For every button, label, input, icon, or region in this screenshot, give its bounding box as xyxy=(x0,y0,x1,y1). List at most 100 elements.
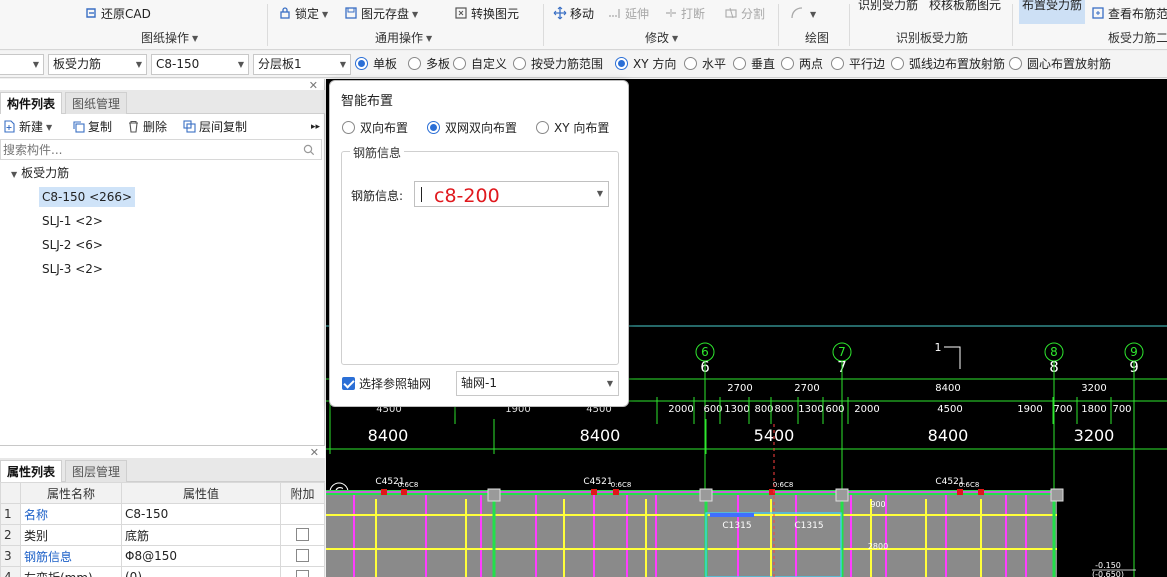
tree-root-label: 板受力筋 xyxy=(21,166,70,180)
property-extra xyxy=(280,503,325,525)
component-spec-combo[interactable]: C8-150 ▼ xyxy=(151,54,249,75)
tree-item[interactable]: SLJ-3 <2> xyxy=(42,259,103,279)
arc-draw-button[interactable]: ▼ xyxy=(790,4,816,24)
chevron-down-icon: ▼ xyxy=(426,34,433,43)
group-label-draw: 绘图 xyxy=(805,31,830,45)
component-type-combo[interactable]: 板受力筋 ▼ xyxy=(48,54,147,75)
placement-radio-label: 弧线边布置放射筋 xyxy=(909,57,1006,71)
placement-radio-label: 水平 xyxy=(702,57,727,71)
group-label-common-ops[interactable]: 通用操作 ▼ xyxy=(375,30,432,46)
category-combo[interactable]: ▼ xyxy=(0,54,44,75)
property-value[interactable]: (0) xyxy=(121,566,281,577)
tree-item[interactable]: SLJ-1 <2> xyxy=(42,211,103,231)
chevron-down-icon[interactable]: ▼ xyxy=(597,189,603,198)
column-label: C1315 xyxy=(722,521,751,531)
property-extra xyxy=(280,566,325,577)
select-reference-grid-checkbox[interactable]: 选择参照轴网 xyxy=(342,376,431,392)
property-value[interactable]: 底筋 xyxy=(121,524,281,546)
placement-radio-0[interactable]: 单板 xyxy=(355,55,397,74)
chevron-down-icon: ▼ xyxy=(339,60,346,69)
tab-property-list[interactable]: 属性列表 xyxy=(0,460,63,482)
check-rebar-drawing-button[interactable]: 校核板筋图元 xyxy=(929,0,1001,15)
extend-button[interactable]: 延伸 xyxy=(608,4,649,24)
placement-radio-1[interactable]: 多板 xyxy=(408,55,450,74)
lock-button[interactable]: 锁定 ▼ xyxy=(278,4,328,24)
view-layout-label: 查看布筋范 xyxy=(1108,7,1167,21)
group-divider xyxy=(849,4,850,46)
radio-double-net[interactable]: 双网双向布置 xyxy=(427,119,517,137)
fine-dimension: 700 xyxy=(1112,404,1131,415)
property-value[interactable]: C8-150 xyxy=(121,503,281,525)
convert-element-button[interactable]: 转换图元 xyxy=(454,4,519,24)
radio-xy[interactable]: XY 向布置 xyxy=(536,119,609,137)
group-label-modify[interactable]: 修改 ▼ xyxy=(645,30,678,46)
red-marker xyxy=(401,489,407,495)
view-layout-button[interactable]: 查看布筋范 xyxy=(1091,4,1167,24)
radio-xy-label: XY 向布置 xyxy=(554,121,610,135)
tree-item[interactable]: C8-150 <266> xyxy=(39,187,136,207)
layer-combo[interactable]: 分层板1 ▼ xyxy=(253,54,351,75)
radio-bidirectional[interactable]: 双向布置 xyxy=(342,119,408,137)
placement-radio-2[interactable]: 自定义 xyxy=(453,55,507,74)
tab-drawing-management[interactable]: 图纸管理 xyxy=(65,92,128,114)
extend-icon xyxy=(609,9,620,18)
copy-component-button[interactable]: 复制 xyxy=(72,118,112,136)
break-button[interactable]: 打断 xyxy=(664,4,705,24)
grid-select[interactable]: 轴网-1 ▼ xyxy=(456,371,619,396)
property-extra-checkbox[interactable] xyxy=(296,570,309,577)
rebar-info-input[interactable]: c8-200 ▼ xyxy=(414,181,609,207)
placement-radio-8[interactable]: 平行边 xyxy=(831,55,885,74)
placement-radio-label: XY 方向 xyxy=(633,57,677,71)
radio-circle xyxy=(408,57,421,70)
place-rebar-button[interactable]: 布置受力筋 xyxy=(1019,0,1085,24)
small-mark: 900 xyxy=(870,500,885,509)
property-extra-checkbox[interactable] xyxy=(296,549,309,562)
bay-dimension: 3200 xyxy=(1074,426,1115,445)
component-panel-tabs: 构件列表 图纸管理 xyxy=(0,90,325,114)
save-element-label: 图元存盘 xyxy=(361,7,410,21)
new-component-button[interactable]: 新建 ▼ xyxy=(3,118,52,136)
delete-component-button[interactable]: 删除 xyxy=(127,118,167,136)
tree-root-slab-rebar[interactable]: ▼ 板受力筋 xyxy=(11,163,69,183)
property-name: 名称 xyxy=(20,503,122,525)
placement-radio-7[interactable]: 两点 xyxy=(781,55,823,74)
property-header-row: 属性名称 属性值 附加 xyxy=(0,482,325,504)
placement-radio-4[interactable]: XY 方向 xyxy=(615,55,676,74)
property-row: 1 名称 C8-150 xyxy=(0,503,325,525)
identify-rebar-button[interactable]: 识别受力筋 xyxy=(858,0,918,15)
placement-radio-6[interactable]: 垂直 xyxy=(733,55,775,74)
property-extra xyxy=(280,545,325,567)
tab-layer-management[interactable]: 图层管理 xyxy=(65,460,128,482)
view-range-icon xyxy=(1092,7,1104,19)
restore-cad-button[interactable]: 还原CAD xyxy=(84,4,151,24)
search-icon[interactable] xyxy=(303,144,315,156)
move-label: 移动 xyxy=(570,7,595,21)
radio-circle-selected xyxy=(427,121,440,134)
floor-copy-button[interactable]: 层间复制 xyxy=(183,118,247,136)
property-value[interactable]: Φ8@150 xyxy=(121,545,281,567)
placement-radio-9[interactable]: 弧线边布置放射筋 xyxy=(891,55,1005,74)
top-dimension: 2700 xyxy=(727,383,752,394)
tree-item[interactable]: SLJ-2 <6> xyxy=(42,235,103,255)
split-button[interactable]: 分割 xyxy=(724,4,765,24)
group-label-drawing-ops[interactable]: 图纸操作 ▼ xyxy=(141,30,198,46)
placement-radio-10[interactable]: 圆心布置放射筋 xyxy=(1009,55,1111,74)
save-element-button[interactable]: 图元存盘 ▼ xyxy=(344,4,418,24)
tab-component-list[interactable]: 构件列表 xyxy=(0,92,63,114)
component-search-input[interactable] xyxy=(1,140,291,159)
move-button[interactable]: 移动 xyxy=(553,4,594,24)
fine-dimension: 2000 xyxy=(854,404,879,415)
bay-dimension: 8400 xyxy=(928,426,969,445)
placement-radio-5[interactable]: 水平 xyxy=(684,55,726,74)
property-extra-checkbox[interactable] xyxy=(296,528,309,541)
component-toolbar: 新建 ▼ 复制 删除 层间复制 ▸▸ xyxy=(0,116,325,138)
property-row-number: 2 xyxy=(0,524,21,546)
beam-label: C4521 xyxy=(583,477,612,487)
more-tools-icon[interactable]: ▸▸ xyxy=(311,118,320,136)
placement-radio-3[interactable]: 按受力筋范围 xyxy=(513,55,603,74)
row-number-header xyxy=(0,482,21,504)
chevron-down-icon[interactable]: ▼ xyxy=(11,170,17,179)
column-node xyxy=(1050,488,1064,502)
column-node xyxy=(835,488,849,502)
fine-dimension: 1300 xyxy=(798,404,823,415)
